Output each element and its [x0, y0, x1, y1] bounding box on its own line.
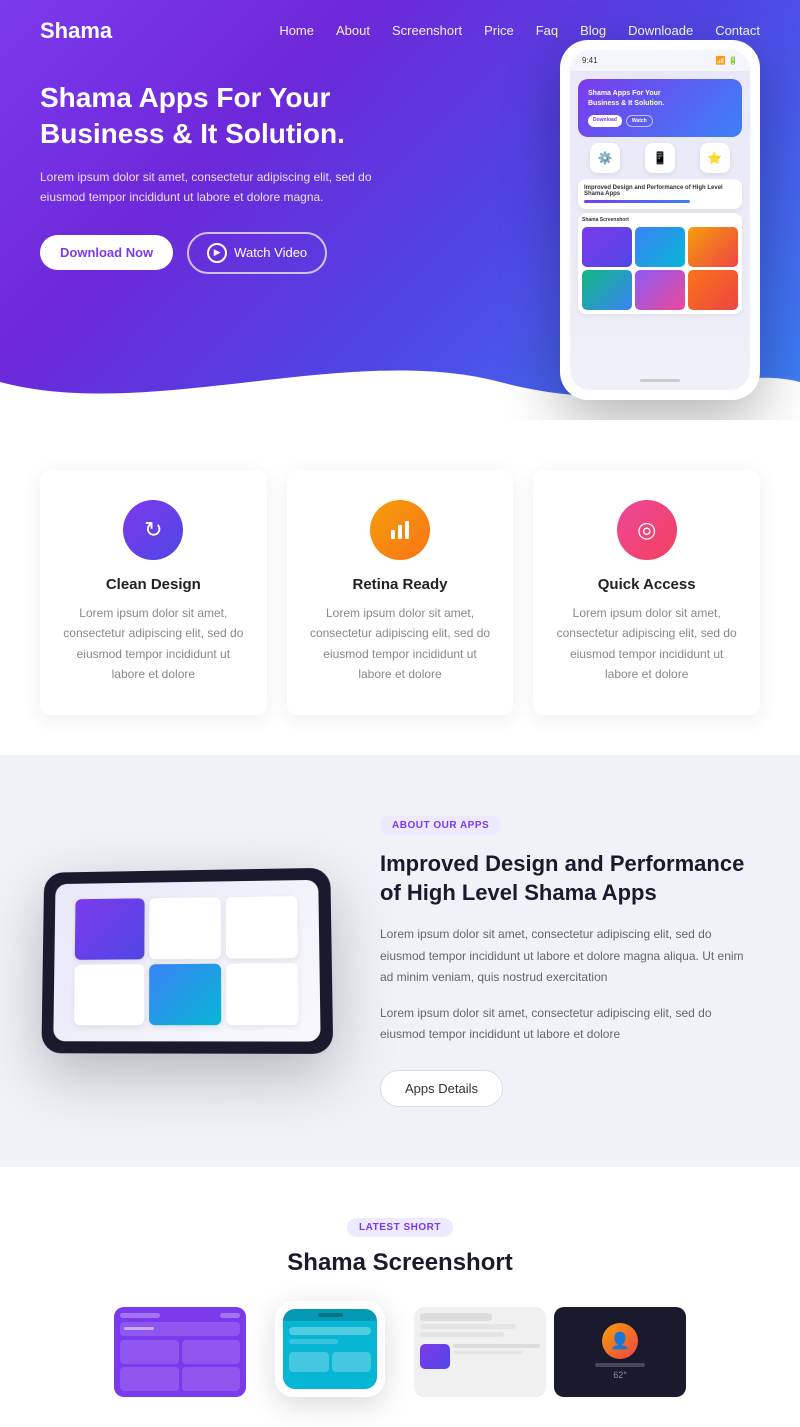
feature-card-retina-ready: Retina Ready Lorem ipsum dolor sit amet,…: [287, 470, 514, 715]
nav-about[interactable]: About: [336, 23, 370, 38]
phone-feature-icon-3: ⭐: [700, 143, 730, 173]
feature-card-quick-access: ◎ Quick Access Lorem ipsum dolor sit ame…: [533, 470, 760, 715]
about-desc-2: Lorem ipsum dolor sit amet, consectetur …: [380, 1003, 760, 1046]
feature-title-1: Clean Design: [60, 576, 247, 593]
hero-title: Shama Apps For Your Business & It Soluti…: [40, 80, 380, 153]
tablet-mockup: [41, 867, 333, 1053]
about-badge: About Our Apps: [380, 816, 501, 835]
feature-title-2: Retina Ready: [307, 576, 494, 593]
hero-buttons: Download Now ▶ Watch Video: [40, 232, 380, 274]
feature-desc-2: Lorem ipsum dolor sit amet, consectetur …: [307, 603, 494, 685]
feature-card-clean-design: ↻ Clean Design Lorem ipsum dolor sit ame…: [40, 470, 267, 715]
about-desc-1: Lorem ipsum dolor sit amet, consectetur …: [380, 924, 760, 989]
brand-logo: Shama: [40, 18, 112, 44]
phone-feature-icon-2: 📱: [645, 143, 675, 173]
nav-contact[interactable]: Contact: [715, 23, 760, 38]
phone-feature-icon-1: ⚙️: [590, 143, 620, 173]
feature-title-3: Quick Access: [553, 576, 740, 593]
nav-price[interactable]: Price: [484, 23, 514, 38]
screenshot-center: [250, 1301, 410, 1397]
hero-description: Lorem ipsum dolor sit amet, consectetur …: [40, 167, 380, 208]
nav-faq[interactable]: Faq: [536, 23, 558, 38]
screenshot-4: 👤 62°: [550, 1307, 690, 1397]
nav-screenshort[interactable]: Screenshort: [392, 23, 462, 38]
screenshot-1: [110, 1307, 250, 1397]
hero-section: Shama Home About Screenshort Price Faq B…: [0, 0, 800, 420]
feature-icon-retina-ready: [370, 500, 430, 560]
features-section: ↻ Clean Design Lorem ipsum dolor sit ame…: [0, 420, 800, 755]
screenshots-title: Shama Screenshort: [40, 1249, 760, 1277]
play-icon: ▶: [207, 243, 227, 263]
nav-home[interactable]: Home: [279, 23, 314, 38]
feature-icon-quick-access: ◎: [617, 500, 677, 560]
screenshot-3: [410, 1307, 550, 1397]
feature-desc-3: Lorem ipsum dolor sit amet, consectetur …: [553, 603, 740, 685]
watch-video-button[interactable]: ▶ Watch Video: [187, 232, 327, 274]
about-section: About Our Apps Improved Design and Perfo…: [0, 755, 800, 1167]
screenshots-row: 👤 62°: [40, 1307, 760, 1397]
apps-details-button[interactable]: Apps Details: [380, 1070, 503, 1107]
about-phone-visual: [40, 869, 340, 1053]
about-content: About Our Apps Improved Design and Perfo…: [380, 815, 760, 1107]
navigation: Shama Home About Screenshort Price Faq B…: [0, 0, 800, 62]
about-title: Improved Design and Performance of High …: [380, 849, 760, 908]
hero-content: Shama Apps For Your Business & It Soluti…: [40, 80, 380, 274]
nav-blog[interactable]: Blog: [580, 23, 606, 38]
screenshots-section: Latest Short Shama Screenshort: [0, 1167, 800, 1427]
hero-phone-mockup: 9:41 📶 🔋 Shama Apps For YourBusiness & I…: [560, 40, 760, 400]
screenshots-badge: Latest Short: [347, 1218, 453, 1237]
nav-links: Home About Screenshort Price Faq Blog Do…: [279, 22, 760, 40]
feature-icon-clean-design: ↻: [123, 500, 183, 560]
feature-desc-1: Lorem ipsum dolor sit amet, consectetur …: [60, 603, 247, 685]
nav-downloade[interactable]: Downloade: [628, 23, 693, 38]
download-now-button[interactable]: Download Now: [40, 235, 173, 270]
